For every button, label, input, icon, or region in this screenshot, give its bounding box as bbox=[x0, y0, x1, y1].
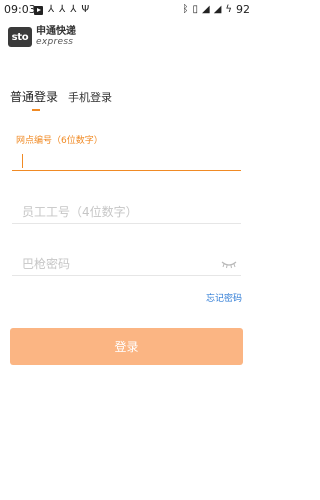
logo-badge: sto bbox=[8, 27, 32, 47]
branch-number-label: 网点编号（6位数字） bbox=[16, 136, 103, 146]
status-right-icons: ᛒ ▯ ◢ ◢ ϟ 92 bbox=[182, 3, 250, 16]
usb-icon: ⅄ bbox=[48, 4, 55, 15]
bluetooth-icon: ᛒ bbox=[182, 3, 189, 15]
branch-number-input[interactable] bbox=[12, 148, 241, 170]
usb-icon: ⅄ bbox=[70, 4, 77, 15]
vibrate-icon: ▯ bbox=[192, 3, 198, 15]
forgot-password-link[interactable]: 忘记密码 bbox=[206, 291, 242, 304]
signal-icon: ◢ bbox=[201, 3, 210, 15]
tab-phone-login-label: 手机登录 bbox=[68, 91, 113, 104]
password-input[interactable] bbox=[12, 253, 241, 275]
battery-level: 92 bbox=[236, 3, 250, 16]
tab-active-indicator bbox=[32, 109, 40, 111]
logo-text: 申通快递 express bbox=[36, 26, 76, 48]
signal-icon: ◢ bbox=[213, 3, 222, 15]
eye-closed-icon[interactable] bbox=[221, 259, 237, 269]
charging-icon: ϟ bbox=[225, 3, 232, 15]
logo-name-cn: 申通快递 bbox=[36, 26, 76, 37]
logo-name-en: express bbox=[36, 37, 74, 47]
login-tabs: 普通登录 手机登录 bbox=[10, 88, 122, 111]
play-icon bbox=[34, 5, 43, 15]
text-cursor bbox=[22, 154, 23, 168]
usb-icon: ⅄ bbox=[59, 4, 66, 15]
tab-phone-login[interactable]: 手机登录 bbox=[68, 89, 112, 111]
branch-number-field bbox=[12, 148, 241, 171]
status-bar: 09:03 ⅄ ⅄ ⅄ Ψ ᛒ ▯ ◢ ◢ ϟ 92 bbox=[0, 0, 254, 20]
usb-icon: Ψ bbox=[81, 4, 90, 15]
login-button[interactable]: 登录 bbox=[10, 328, 243, 365]
tab-normal-login-label: 普通登录 bbox=[10, 90, 59, 104]
employee-number-field bbox=[12, 201, 241, 224]
password-field bbox=[12, 253, 241, 276]
status-left-icons: ⅄ ⅄ ⅄ Ψ bbox=[34, 4, 89, 16]
tab-normal-login[interactable]: 普通登录 bbox=[10, 88, 58, 111]
app-logo: sto 申通快递 express bbox=[8, 27, 76, 47]
employee-number-input[interactable] bbox=[12, 201, 241, 223]
status-time: 09:03 bbox=[4, 3, 36, 16]
